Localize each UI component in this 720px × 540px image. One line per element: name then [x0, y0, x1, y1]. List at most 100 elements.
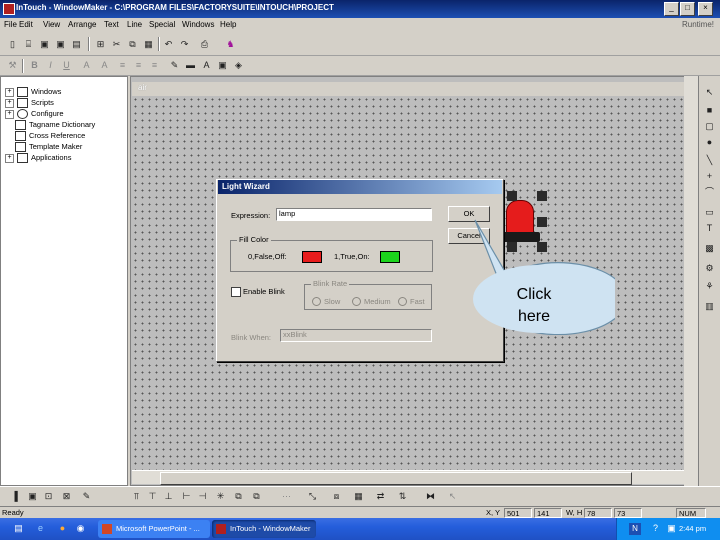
flip-icon[interactable]: ⇄: [374, 490, 387, 503]
runtime-link[interactable]: Runtime!: [682, 20, 714, 29]
scroll-thumb[interactable]: [160, 472, 632, 485]
paste-icon[interactable]: ▦: [142, 38, 155, 51]
frame-icon[interactable]: ⊡: [42, 490, 55, 503]
selection-handle[interactable]: [507, 191, 517, 201]
menu-line[interactable]: Line: [127, 20, 142, 29]
frame-icon[interactable]: ▣: [26, 490, 39, 503]
tree-item-windows[interactable]: + Windows: [5, 87, 61, 98]
maximize-button[interactable]: □: [680, 2, 695, 16]
save-icon[interactable]: ▣: [38, 38, 51, 51]
close-button[interactable]: ×: [698, 2, 713, 16]
align-bottom-icon[interactable]: ⊥: [162, 490, 175, 503]
space-icon[interactable]: ⋯: [280, 490, 293, 503]
new-icon[interactable]: ▯: [6, 38, 19, 51]
link-icon[interactable]: ⧓: [424, 490, 437, 503]
horizontal-scrollbar[interactable]: [132, 470, 684, 485]
help-icon[interactable]: ?: [649, 522, 662, 535]
group-icon[interactable]: ⧈: [330, 490, 343, 503]
line-icon[interactable]: ╲: [703, 154, 716, 167]
selection-handle[interactable]: [537, 191, 547, 201]
rounded-rectangle-icon[interactable]: ▢: [703, 120, 716, 133]
desktop-icon[interactable]: ▤: [12, 522, 25, 535]
tree-item-configure[interactable]: + Configure: [5, 109, 64, 120]
pointer-tool-icon[interactable]: ↖: [446, 490, 459, 503]
taskbar-item-intouch[interactable]: InTouch - WindowMaker: [212, 520, 316, 538]
false-color-swatch[interactable]: [302, 251, 322, 263]
save-all-icon[interactable]: ▣: [54, 38, 67, 51]
grid-icon[interactable]: ⊞: [94, 38, 107, 51]
bucket-icon[interactable]: ◈: [232, 59, 245, 72]
align-left-icon[interactable]: ≡: [116, 59, 129, 72]
expand-icon[interactable]: +: [5, 87, 14, 97]
align-right-icon[interactable]: ≡: [148, 59, 161, 72]
tree-item-cross-reference[interactable]: Cross Reference: [15, 131, 85, 142]
true-color-swatch[interactable]: [380, 251, 400, 263]
align-right-obj-icon[interactable]: ⊣: [196, 490, 209, 503]
pencil-icon[interactable]: ✎: [80, 490, 93, 503]
text-color-icon[interactable]: A: [200, 59, 213, 72]
line-color-icon[interactable]: ✎: [168, 59, 181, 72]
to-front-icon[interactable]: ⧉: [232, 490, 245, 503]
network-icon[interactable]: ▣: [665, 522, 678, 535]
ungroup-icon[interactable]: ▦: [352, 490, 365, 503]
blink-when-input[interactable]: xxBlink: [280, 329, 432, 342]
blink-slow-radio[interactable]: [312, 297, 321, 306]
menu-file[interactable]: File: [4, 20, 17, 29]
menu-edit[interactable]: Edit: [19, 20, 33, 29]
polyline-icon[interactable]: ⌒: [703, 186, 716, 199]
expand-icon[interactable]: +: [5, 98, 14, 108]
expand-icon[interactable]: +: [5, 153, 14, 163]
italic-button[interactable]: I: [44, 59, 57, 72]
tools-icon[interactable]: ⚒: [6, 59, 19, 72]
hv-line-icon[interactable]: +: [703, 170, 716, 183]
cut-icon[interactable]: ✂: [110, 38, 123, 51]
language-indicator[interactable]: N: [629, 523, 641, 535]
underline-button[interactable]: U: [60, 59, 73, 72]
wizard-icon[interactable]: ♞: [224, 38, 237, 51]
align-left-obj-icon[interactable]: ⊢: [180, 490, 193, 503]
close-window-icon[interactable]: ▤: [70, 38, 83, 51]
fill-color-icon[interactable]: ▬: [184, 59, 197, 72]
tree-item-tagname-dictionary[interactable]: Tagname Dictionary: [15, 120, 95, 131]
menu-view[interactable]: View: [43, 20, 60, 29]
bitmap-icon[interactable]: ▩: [703, 242, 716, 255]
to-back-icon[interactable]: ⧉: [250, 490, 263, 503]
tree-item-applications[interactable]: + Applications: [5, 153, 71, 164]
taskbar-item-powerpoint[interactable]: Microsoft PowerPoint - ...: [98, 520, 210, 538]
blink-fast-radio[interactable]: [398, 297, 407, 306]
break-icon[interactable]: ⊠: [60, 490, 73, 503]
pointer-icon[interactable]: ▐: [8, 490, 21, 503]
redo-icon[interactable]: ↷: [178, 38, 191, 51]
tree-item-template-maker[interactable]: Template Maker: [15, 142, 82, 153]
copy-icon[interactable]: ⧉: [126, 38, 139, 51]
media-icon[interactable]: ◉: [74, 522, 87, 535]
minimize-button[interactable]: _: [664, 2, 679, 16]
menu-windows[interactable]: Windows: [182, 20, 214, 29]
tree-item-scripts[interactable]: + Scripts: [5, 98, 54, 109]
ie-icon[interactable]: e: [34, 522, 47, 535]
menu-text[interactable]: Text: [104, 20, 119, 29]
expand-icon[interactable]: +: [5, 109, 14, 119]
menu-arrange[interactable]: Arrange: [68, 20, 96, 29]
ellipse-icon[interactable]: ●: [703, 136, 716, 149]
align-middle-icon[interactable]: ⊤: [146, 490, 159, 503]
undo-icon[interactable]: ↶: [162, 38, 175, 51]
window-color-icon[interactable]: ▣: [216, 59, 229, 72]
bold-button[interactable]: B: [28, 59, 41, 72]
select-icon[interactable]: ↖: [703, 86, 716, 99]
print-icon[interactable]: ⎙: [198, 38, 211, 51]
align-top-icon[interactable]: ⫪: [130, 490, 143, 503]
symbol-icon[interactable]: ⚙: [703, 262, 716, 275]
menu-special[interactable]: Special: [149, 20, 175, 29]
rotate-icon[interactable]: ⤡: [306, 490, 319, 503]
firefox-icon[interactable]: ●: [56, 522, 69, 535]
expression-input[interactable]: lamp: [276, 208, 432, 221]
wizard-tool-icon[interactable]: ⚘: [703, 280, 716, 293]
font-smaller-button[interactable]: A: [98, 59, 111, 72]
vertical-scrollbar[interactable]: [684, 76, 698, 486]
text-tool-icon[interactable]: T: [703, 222, 716, 235]
button-icon[interactable]: ▭: [703, 206, 716, 219]
blink-medium-radio[interactable]: [352, 297, 361, 306]
distribute-icon[interactable]: ✳: [214, 490, 227, 503]
rectangle-icon[interactable]: ■: [703, 104, 716, 117]
